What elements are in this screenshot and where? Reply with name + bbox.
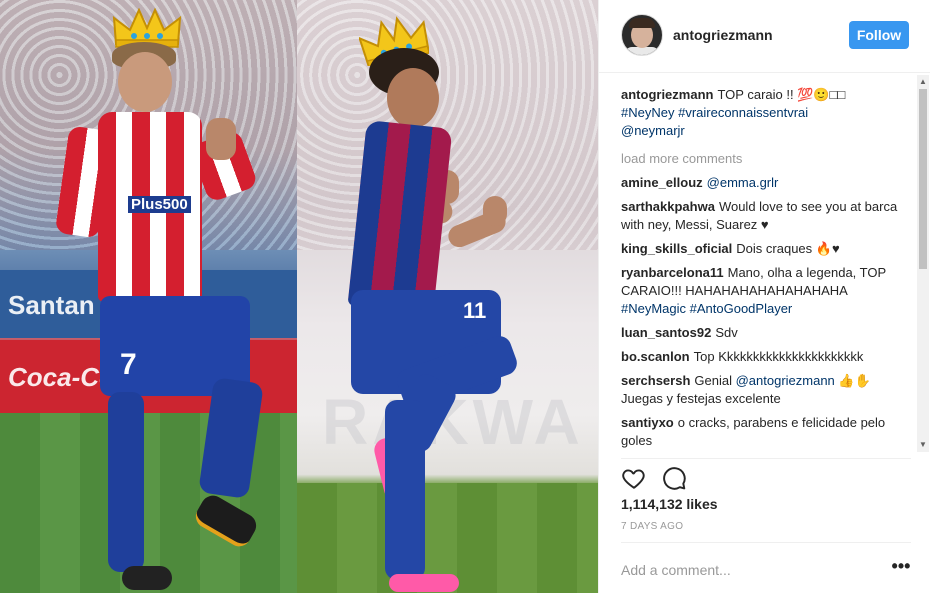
post-side-panel: antogriezmann Follow antogriezmann TOP ca…	[598, 0, 930, 593]
speech-bubble-icon[interactable]	[661, 465, 687, 491]
more-options-ellipsis-icon[interactable]: •••	[891, 557, 911, 579]
likes-count[interactable]: 1,114,132 likes	[621, 496, 718, 512]
post-actions	[621, 458, 911, 493]
comment-username[interactable]: sarthakkpahwa	[621, 199, 715, 214]
load-more-comments-link[interactable]: load more comments	[621, 150, 911, 168]
comment-text: Top Kkkkkkkkkkkkkkkkkkkkkk	[693, 349, 864, 364]
caption-hashtag[interactable]: #NeyNey	[621, 105, 674, 120]
shorts-number: 11	[463, 298, 487, 323]
comment-item: bo.scanlon Top Kkkkkkkkkkkkkkkkkkkkkk	[621, 348, 911, 366]
post-timestamp[interactable]: 7 DAYS AGO	[621, 521, 683, 532]
comment-item: amine_ellouz @emma.grlr	[621, 174, 911, 192]
caption-hashtag[interactable]: #vraireconnaissentvrai	[678, 105, 808, 120]
barcelona-shirt	[347, 120, 453, 314]
comment-username[interactable]: luan_santos92	[621, 325, 711, 340]
comment-username[interactable]: bo.scanlon	[621, 349, 690, 364]
comment-username[interactable]: king_skills_oficial	[621, 241, 732, 256]
shorts-number: 7	[120, 348, 137, 381]
comment-text: Sdv	[715, 325, 738, 340]
comment-item: ryanbarcelona11 Mano, olha a legenda, TOP…	[621, 264, 911, 318]
photo-panel-left: Santan Coca-Cola Plus500 7	[0, 0, 297, 593]
add-comment-bar: •••	[621, 542, 911, 593]
follow-button[interactable]: Follow	[849, 21, 909, 49]
comment-item: sarthakkpahwa Would love to see you at ba…	[621, 198, 911, 234]
advert-text-santander: Santan	[8, 290, 95, 320]
shirt-sponsor-text: Plus500	[128, 196, 191, 213]
post-header: antogriezmann Follow	[599, 0, 930, 73]
scroll-down-arrow-icon[interactable]: ▼	[919, 440, 927, 450]
comment-mention[interactable]: @emma.grlr	[707, 175, 779, 190]
comment-item: luan_santos92 Sdv	[621, 324, 911, 342]
photo-panel-right: RAKWA 11	[297, 0, 598, 593]
comments-list: antogriezmann TOP caraio !! 💯🙂□□ #NeyNey …	[621, 86, 911, 450]
scrollbar-thumb[interactable]	[919, 89, 927, 269]
comment-item: santiyxo o cracks, parabens e felicidade …	[621, 414, 911, 450]
caption-mention[interactable]: @neymarjr	[621, 123, 685, 138]
comment-username[interactable]: amine_ellouz	[621, 175, 703, 190]
scroll-up-arrow-icon[interactable]: ▲	[919, 77, 927, 87]
caption-text: TOP caraio !! 💯🙂□□	[717, 87, 846, 102]
caption-username[interactable]: antogriezmann	[621, 87, 713, 102]
atletico-shirt: Plus500	[98, 112, 202, 302]
post-username[interactable]: antogriezmann	[673, 27, 773, 43]
heart-icon[interactable]	[621, 465, 647, 491]
comment-hashtags[interactable]: #NeyMagic #AntoGoodPlayer	[621, 301, 792, 316]
avatar[interactable]	[621, 14, 663, 56]
comment-item: king_skills_oficial Dois craques 🔥♥	[621, 240, 911, 258]
comment-username[interactable]: serchsersh	[621, 373, 690, 388]
comment-username[interactable]: ryanbarcelona11	[621, 265, 724, 280]
post-photo[interactable]: Santan Coca-Cola Plus500 7 RAKWA 11	[0, 0, 598, 593]
comment-username[interactable]: santiyxo	[621, 415, 674, 430]
comment-text: Dois craques 🔥♥	[736, 241, 840, 256]
comment-mention[interactable]: @antogriezmann	[736, 373, 835, 388]
caption: antogriezmann TOP caraio !! 💯🙂□□ #NeyNey …	[621, 86, 911, 140]
comment-text: Genial	[694, 373, 732, 388]
comment-item: serchsersh Genial @antogriezmann 👍✋ Juega…	[621, 372, 911, 408]
comments-scrollbar[interactable]: ▲ ▼	[917, 75, 929, 452]
add-comment-input[interactable]	[621, 555, 871, 585]
